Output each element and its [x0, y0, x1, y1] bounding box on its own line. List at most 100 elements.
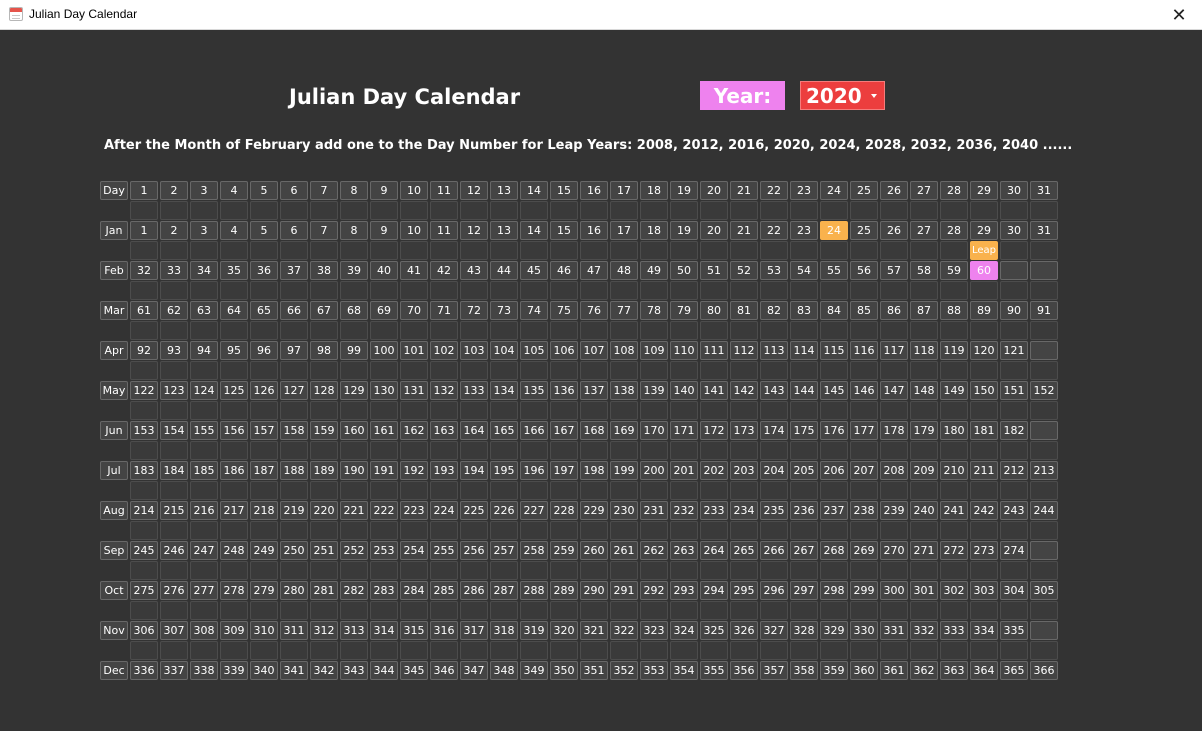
day-cell[interactable]: 203 [730, 461, 758, 480]
day-cell[interactable]: 34 [190, 261, 218, 280]
day-cell[interactable]: 47 [580, 261, 608, 280]
day-cell[interactable]: 186 [220, 461, 248, 480]
day-cell[interactable]: 333 [940, 621, 968, 640]
day-cell[interactable]: 189 [310, 461, 338, 480]
day-cell[interactable]: 269 [850, 541, 878, 560]
day-cell[interactable]: 59 [940, 261, 968, 280]
day-cell[interactable]: 4 [220, 221, 248, 240]
day-cell[interactable]: 265 [730, 541, 758, 560]
day-cell[interactable]: 293 [670, 581, 698, 600]
day-cell[interactable]: 296 [760, 581, 788, 600]
day-cell[interactable]: 182 [1000, 421, 1028, 440]
day-cell[interactable]: 232 [670, 501, 698, 520]
day-cell[interactable]: 117 [880, 341, 908, 360]
day-cell[interactable]: 184 [160, 461, 188, 480]
day-cell[interactable]: 230 [610, 501, 638, 520]
day-cell[interactable]: 273 [970, 541, 998, 560]
day-cell[interactable]: 197 [550, 461, 578, 480]
day-cell[interactable]: 204 [760, 461, 788, 480]
day-cell[interactable]: 295 [730, 581, 758, 600]
day-cell[interactable]: 173 [730, 421, 758, 440]
day-cell[interactable]: 280 [280, 581, 308, 600]
day-cell[interactable]: 97 [280, 341, 308, 360]
day-cell[interactable]: 2 [160, 221, 188, 240]
day-cell[interactable]: 344 [370, 661, 398, 680]
day-cell[interactable]: 198 [580, 461, 608, 480]
day-cell[interactable]: 83 [790, 301, 818, 320]
day-cell[interactable]: 241 [940, 501, 968, 520]
day-cell[interactable]: 146 [850, 381, 878, 400]
day-cell[interactable]: 124 [190, 381, 218, 400]
day-cell[interactable]: 134 [490, 381, 518, 400]
day-cell[interactable]: 50 [670, 261, 698, 280]
day-cell[interactable]: 343 [340, 661, 368, 680]
day-cell[interactable]: 247 [190, 541, 218, 560]
day-cell[interactable]: 260 [580, 541, 608, 560]
day-cell[interactable]: 78 [640, 301, 668, 320]
day-cell[interactable]: 109 [640, 341, 668, 360]
day-cell[interactable]: 73 [490, 301, 518, 320]
day-cell[interactable]: 257 [490, 541, 518, 560]
day-cell[interactable]: 55 [820, 261, 848, 280]
day-cell[interactable]: 234 [730, 501, 758, 520]
day-cell[interactable]: 37 [280, 261, 308, 280]
day-cell[interactable]: 169 [610, 421, 638, 440]
day-cell[interactable]: 195 [490, 461, 518, 480]
day-cell[interactable]: 84 [820, 301, 848, 320]
day-cell[interactable]: 154 [160, 421, 188, 440]
day-cell[interactable]: 3 [190, 221, 218, 240]
day-cell[interactable]: 281 [310, 581, 338, 600]
day-cell[interactable]: 354 [670, 661, 698, 680]
day-cell[interactable]: 304 [1000, 581, 1028, 600]
day-cell[interactable]: 168 [580, 421, 608, 440]
day-cell[interactable]: 9 [370, 221, 398, 240]
day-cell[interactable]: 185 [190, 461, 218, 480]
day-cell[interactable]: 266 [760, 541, 788, 560]
day-cell[interactable]: 209 [910, 461, 938, 480]
day-cell[interactable]: 130 [370, 381, 398, 400]
day-cell[interactable]: 332 [910, 621, 938, 640]
day-cell[interactable]: 103 [460, 341, 488, 360]
day-cell[interactable]: 223 [400, 501, 428, 520]
day-cell[interactable]: 167 [550, 421, 578, 440]
day-cell[interactable]: 360 [850, 661, 878, 680]
day-cell[interactable]: 261 [610, 541, 638, 560]
day-cell[interactable]: 48 [610, 261, 638, 280]
day-cell[interactable]: 92 [130, 341, 158, 360]
day-cell[interactable]: 243 [1000, 501, 1028, 520]
day-cell[interactable]: 194 [460, 461, 488, 480]
day-cell[interactable]: 51 [700, 261, 728, 280]
day-cell[interactable]: 79 [670, 301, 698, 320]
day-cell[interactable]: 108 [610, 341, 638, 360]
day-cell[interactable]: 236 [790, 501, 818, 520]
day-cell[interactable]: 19 [670, 221, 698, 240]
day-cell[interactable]: 289 [550, 581, 578, 600]
day-cell[interactable]: 268 [820, 541, 848, 560]
day-cell[interactable]: 125 [220, 381, 248, 400]
day-cell[interactable]: 191 [370, 461, 398, 480]
day-cell[interactable]: 137 [580, 381, 608, 400]
day-cell[interactable]: 249 [250, 541, 278, 560]
day-cell[interactable]: 23 [790, 221, 818, 240]
today-cell[interactable]: 24 [820, 221, 848, 240]
day-cell[interactable]: 336 [130, 661, 158, 680]
day-cell[interactable]: 221 [340, 501, 368, 520]
day-cell[interactable]: 220 [310, 501, 338, 520]
day-cell[interactable]: 274 [1000, 541, 1028, 560]
day-cell[interactable]: 114 [790, 341, 818, 360]
day-cell[interactable]: 214 [130, 501, 158, 520]
day-cell[interactable]: 36 [250, 261, 278, 280]
day-cell[interactable]: 105 [520, 341, 548, 360]
day-cell[interactable]: 276 [160, 581, 188, 600]
day-cell[interactable]: 15 [550, 221, 578, 240]
day-cell[interactable]: 20 [700, 221, 728, 240]
day-cell[interactable]: 64 [220, 301, 248, 320]
day-cell[interactable]: 71 [430, 301, 458, 320]
day-cell[interactable]: 160 [340, 421, 368, 440]
day-cell[interactable]: 271 [910, 541, 938, 560]
day-cell[interactable]: 278 [220, 581, 248, 600]
day-cell[interactable]: 58 [910, 261, 938, 280]
day-cell[interactable]: 251 [310, 541, 338, 560]
day-cell[interactable]: 153 [130, 421, 158, 440]
day-cell[interactable]: 149 [940, 381, 968, 400]
